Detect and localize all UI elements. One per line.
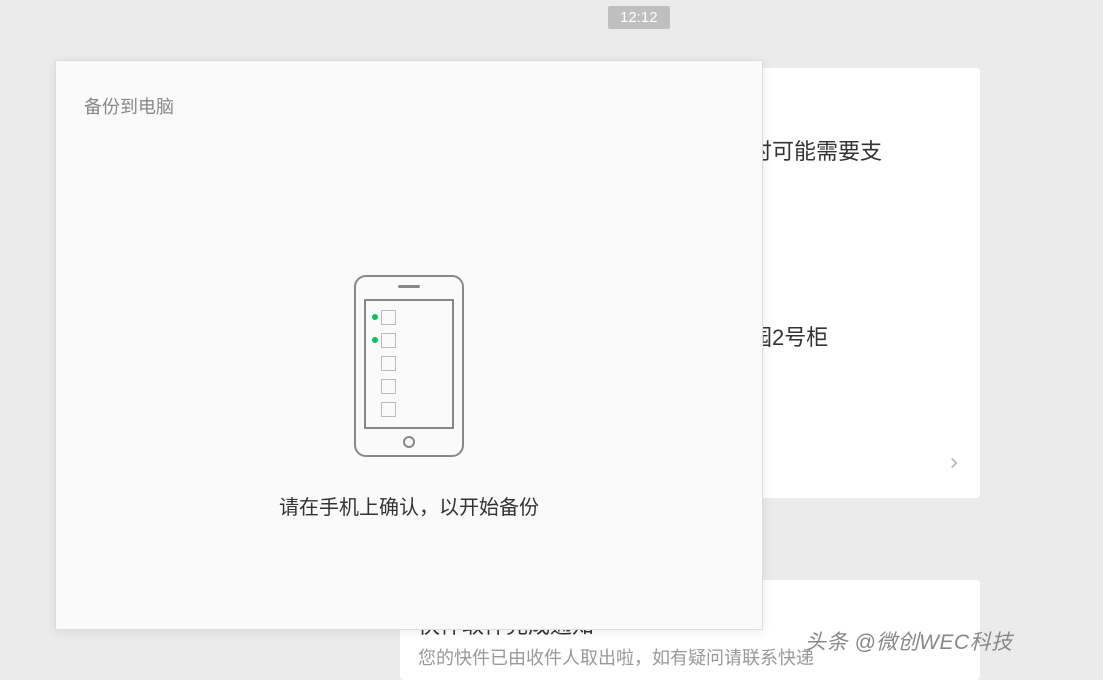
background-partial-text: 时可能需要支 ！ [750, 134, 882, 204]
dialog-title: 备份到电脑 [84, 93, 174, 119]
timestamp-badge: 12:12 [608, 6, 670, 29]
notification-subtitle: 您的快件已由收件人取出啦，如有疑问请联系快递 [418, 644, 814, 670]
phone-illustration-icon [354, 275, 464, 457]
backup-dialog: 备份到电脑 请在手机上确认，以开始备份 [55, 60, 763, 630]
dialog-message: 请在手机上确认，以开始备份 [56, 491, 762, 520]
chevron-right-icon [945, 454, 963, 477]
watermark-text: 头条 @微创WEC科技 [805, 626, 1013, 656]
